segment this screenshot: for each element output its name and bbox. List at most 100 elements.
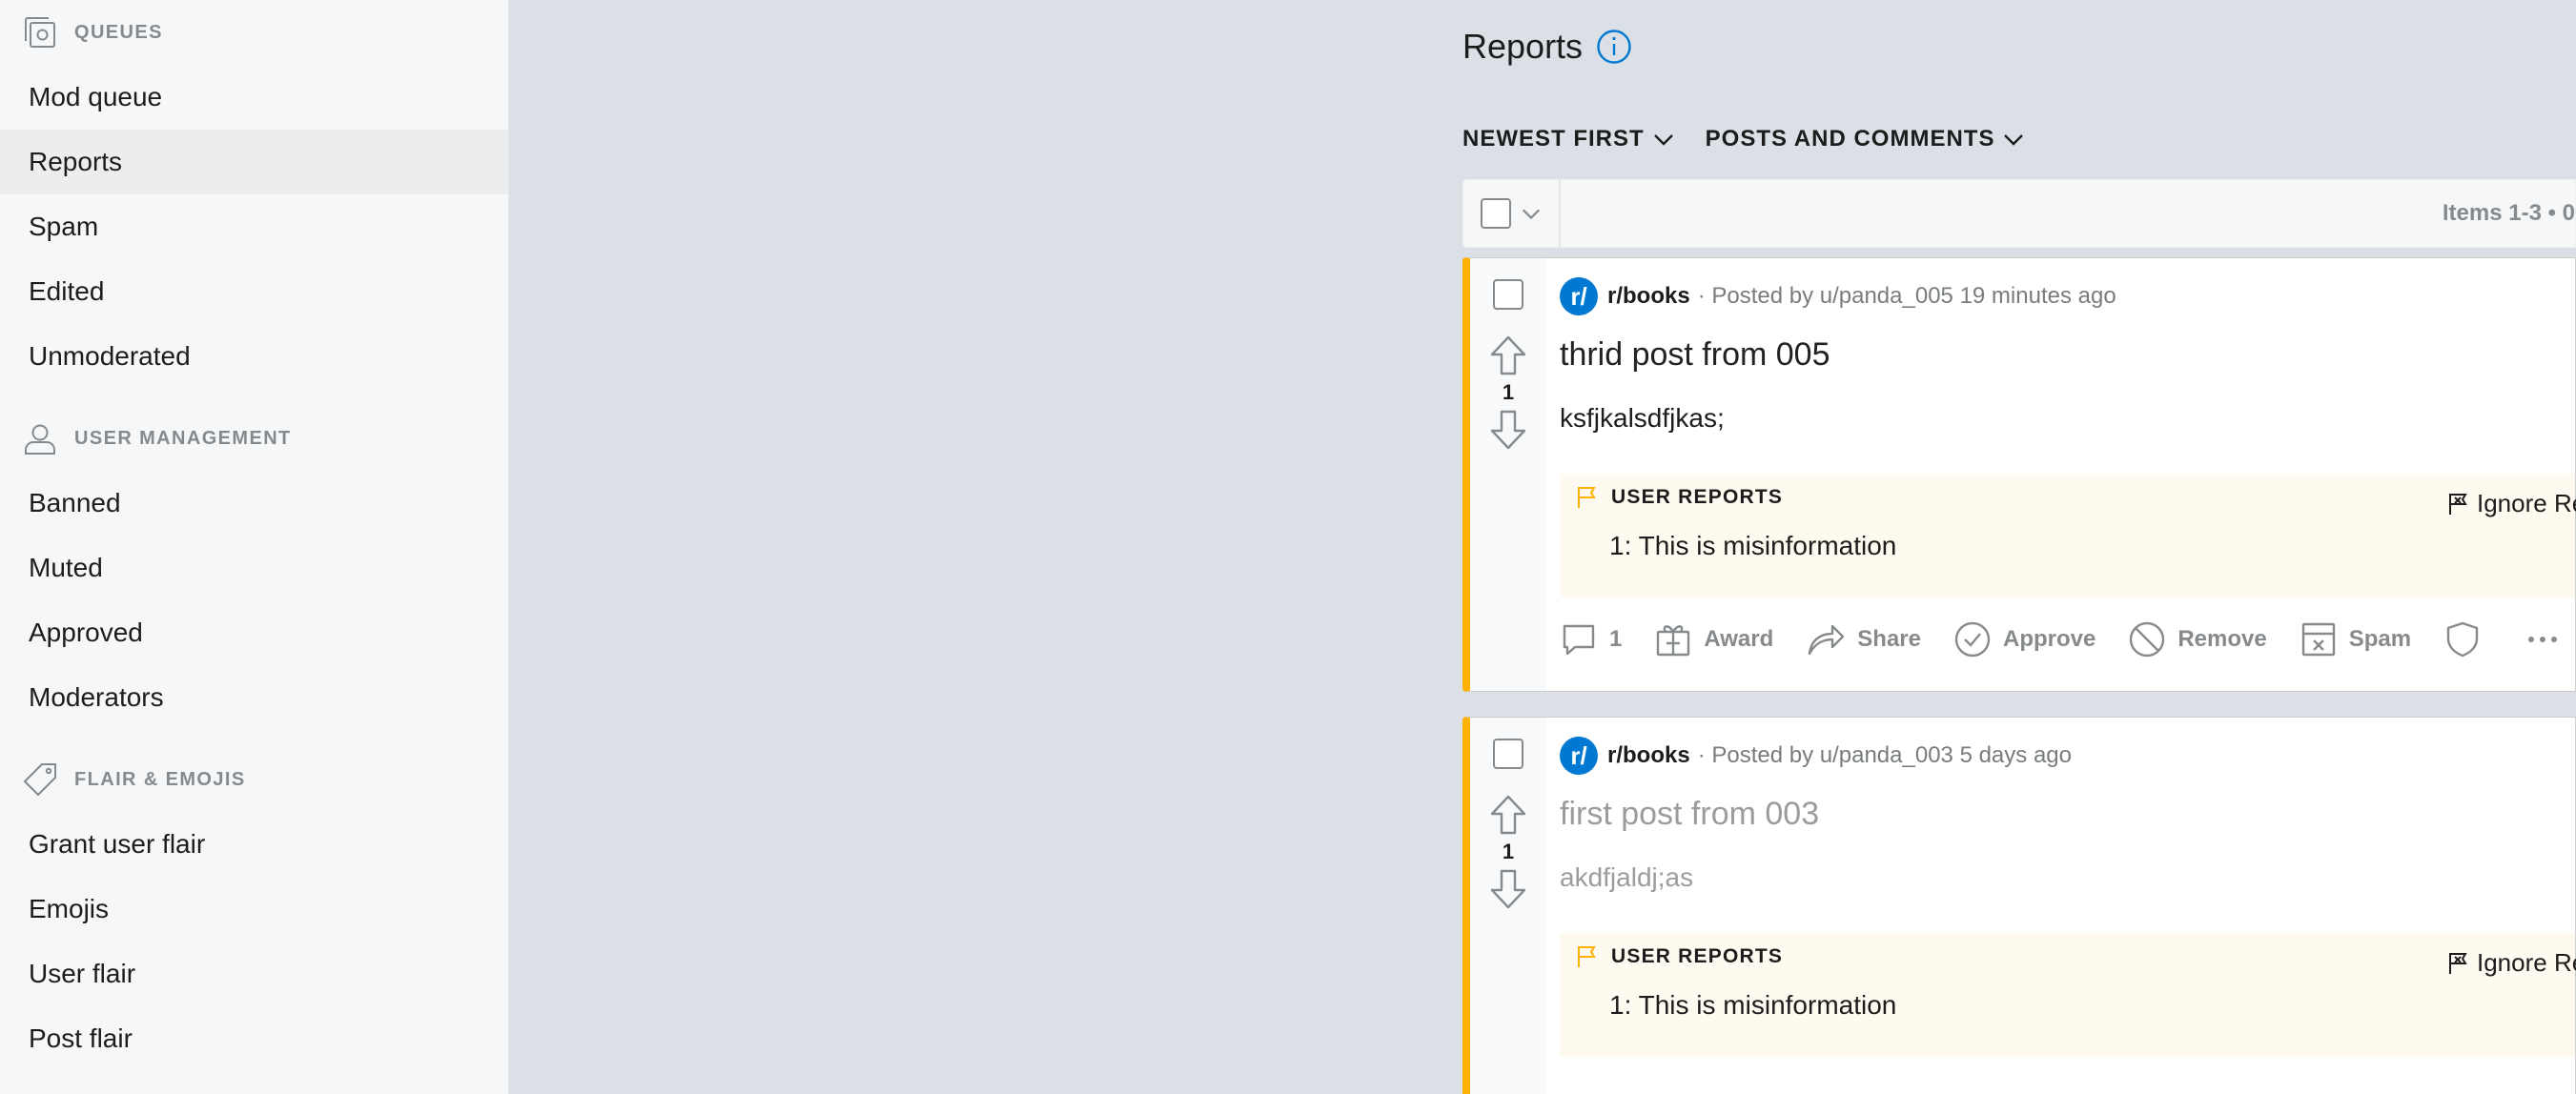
vote-score: 1 — [1502, 840, 1515, 863]
queue-icon — [21, 13, 59, 51]
mod-shield-button[interactable] — [2443, 620, 2493, 658]
post-left-column: 1 — [1470, 258, 1546, 691]
user-reports-label: USER REPORTS — [1611, 486, 1784, 508]
items-count: Items 1-3 • 0 — [2442, 200, 2575, 226]
remove-button[interactable]: Remove — [2128, 620, 2267, 658]
sidebar-item-banned[interactable]: Banned — [0, 471, 508, 536]
reported-post[interactable]: 1 r/ r/books · Posted by u/panda_005 19 … — [1462, 257, 2576, 692]
flag-icon — [1578, 946, 1596, 967]
ignore-reports-button[interactable]: Ignore Re — [2446, 948, 2576, 978]
user-reports-box: USER REPORTS 1: This is misinformation I… — [1560, 474, 2576, 598]
sidebar-item-grant-user-flair[interactable]: Grant user flair — [0, 812, 508, 877]
page-title: Reports — [1462, 27, 1584, 66]
bulk-select[interactable] — [1463, 180, 1561, 247]
report-reason: 1: This is misinformation — [1609, 990, 1897, 1020]
share-icon — [1809, 624, 1845, 656]
filter-bar: NEWEST FIRST POSTS AND COMMENTS — [1462, 126, 2055, 152]
comments-button[interactable]: 1 — [1560, 620, 1622, 658]
info-icon[interactable] — [1596, 29, 1632, 65]
sidebar-item-moderators[interactable]: Moderators — [0, 665, 508, 730]
ignore-reports-icon — [2449, 493, 2467, 515]
comment-icon — [1563, 624, 1595, 656]
post-meta: r/ r/books · Posted by u/panda_005 19 mi… — [1560, 277, 2116, 315]
subreddit-link[interactable]: r/books — [1607, 283, 1690, 310]
post-title[interactable]: first post from 003 — [1560, 796, 1819, 833]
spam-label: Spam — [2348, 626, 2412, 652]
user-reports-label: USER REPORTS — [1611, 945, 1784, 967]
ignore-reports-label: Ignore Re — [2477, 948, 2576, 977]
posted-by: · Posted by u/panda_005 19 minutes ago — [1697, 283, 2116, 309]
upvote-icon[interactable] — [1489, 794, 1527, 836]
sidebar-item-unmoderated[interactable]: Unmoderated — [0, 324, 508, 389]
tag-icon — [21, 760, 59, 799]
subreddit-avatar[interactable]: r/ — [1560, 277, 1598, 315]
share-label: Share — [1857, 626, 1921, 652]
title-row: Reports — [1462, 27, 1632, 67]
downvote-icon[interactable] — [1489, 868, 1527, 910]
user-icon — [21, 419, 59, 457]
vote-controls: 1 — [1485, 794, 1531, 910]
post-left-column: 1 — [1470, 718, 1546, 1094]
section-title: FLAIR & EMOJIS — [74, 768, 246, 790]
more-icon — [2528, 637, 2558, 642]
ignore-reports-button[interactable]: Ignore Re — [2446, 489, 2576, 518]
subreddit-avatar[interactable]: r/ — [1560, 737, 1598, 775]
flair-section-header: FLAIR & EMOJIS — [0, 747, 508, 812]
approve-button[interactable]: Approve — [1953, 620, 2096, 658]
remove-label: Remove — [2177, 626, 2267, 652]
approve-label: Approve — [2002, 626, 2096, 652]
chevron-down-icon — [1653, 134, 1673, 146]
check-circle-icon — [1954, 621, 1991, 658]
post-text: ksfjkalsdfjkas; — [1560, 403, 1725, 433]
share-button[interactable]: Share — [1806, 620, 1921, 658]
section-title: QUEUES — [74, 21, 163, 43]
type-label: POSTS AND COMMENTS — [1705, 126, 1995, 152]
downvote-icon[interactable] — [1489, 409, 1527, 451]
spam-button[interactable]: Spam — [2300, 620, 2411, 658]
queues-section-header: QUEUES — [0, 0, 508, 65]
flag-icon — [1578, 487, 1596, 508]
select-all-checkbox[interactable] — [1481, 198, 1511, 229]
user-reports-header: USER REPORTS — [1575, 485, 1783, 510]
bulk-actions-bar: Items 1-3 • 0 — [1462, 179, 2576, 248]
posted-by: · Posted by u/panda_003 5 days ago — [1697, 742, 2072, 768]
subreddit-link[interactable]: r/books — [1607, 742, 1690, 769]
sidebar-item-muted[interactable]: Muted — [0, 536, 508, 600]
sidebar-item-post-flair[interactable]: Post flair — [0, 1006, 508, 1071]
reported-post[interactable]: 1 r/ r/books · Posted by u/panda_003 5 d… — [1462, 717, 2576, 1094]
report-reason: 1: This is misinformation — [1609, 531, 1897, 560]
sidebar-item-emojis[interactable]: Emojis — [0, 877, 508, 942]
post-checkbox[interactable] — [1493, 739, 1523, 769]
user-reports-header: USER REPORTS — [1575, 944, 1783, 969]
vote-score: 1 — [1502, 380, 1515, 404]
comments-count: 1 — [1609, 626, 1623, 652]
award-label: Award — [1704, 626, 1774, 652]
sidebar-item-edited[interactable]: Edited — [0, 259, 508, 324]
sidebar-item-reports[interactable]: Reports — [0, 130, 508, 194]
chevron-down-icon[interactable] — [1521, 203, 1542, 224]
shield-icon — [2446, 621, 2479, 658]
sidebar-item-spam[interactable]: Spam — [0, 194, 508, 259]
post-actions: 1 Award Share Approve Remove Spam — [1560, 620, 2576, 658]
sidebar-item-approved[interactable]: Approved — [0, 600, 508, 665]
post-title[interactable]: thrid post from 005 — [1560, 336, 1830, 374]
mod-sidebar: QUEUES Mod queue Reports Spam Edited Unm… — [0, 0, 509, 1094]
upvote-icon[interactable] — [1489, 334, 1527, 376]
vote-controls: 1 — [1485, 334, 1531, 451]
spam-icon — [2301, 622, 2335, 657]
gift-icon — [1657, 625, 1690, 657]
more-options-button[interactable] — [2525, 620, 2571, 658]
block-icon — [2130, 621, 2165, 658]
user-reports-box: USER REPORTS 1: This is misinformation I… — [1560, 933, 2576, 1057]
ignore-reports-icon — [2449, 952, 2467, 974]
award-button[interactable]: Award — [1654, 620, 1773, 658]
reports-main: Reports NEWEST FIRST POSTS AND COMMENTS … — [1462, 0, 2576, 1094]
post-meta: r/ r/books · Posted by u/panda_003 5 day… — [1560, 737, 2072, 775]
sort-dropdown[interactable]: NEWEST FIRST — [1462, 126, 1675, 152]
post-checkbox[interactable] — [1493, 279, 1523, 310]
post-text: akdfjaldj;as — [1560, 862, 1694, 892]
type-dropdown[interactable]: POSTS AND COMMENTS — [1706, 126, 2026, 152]
sort-label: NEWEST FIRST — [1462, 126, 1645, 152]
sidebar-item-mod-queue[interactable]: Mod queue — [0, 65, 508, 130]
sidebar-item-user-flair[interactable]: User flair — [0, 942, 508, 1006]
